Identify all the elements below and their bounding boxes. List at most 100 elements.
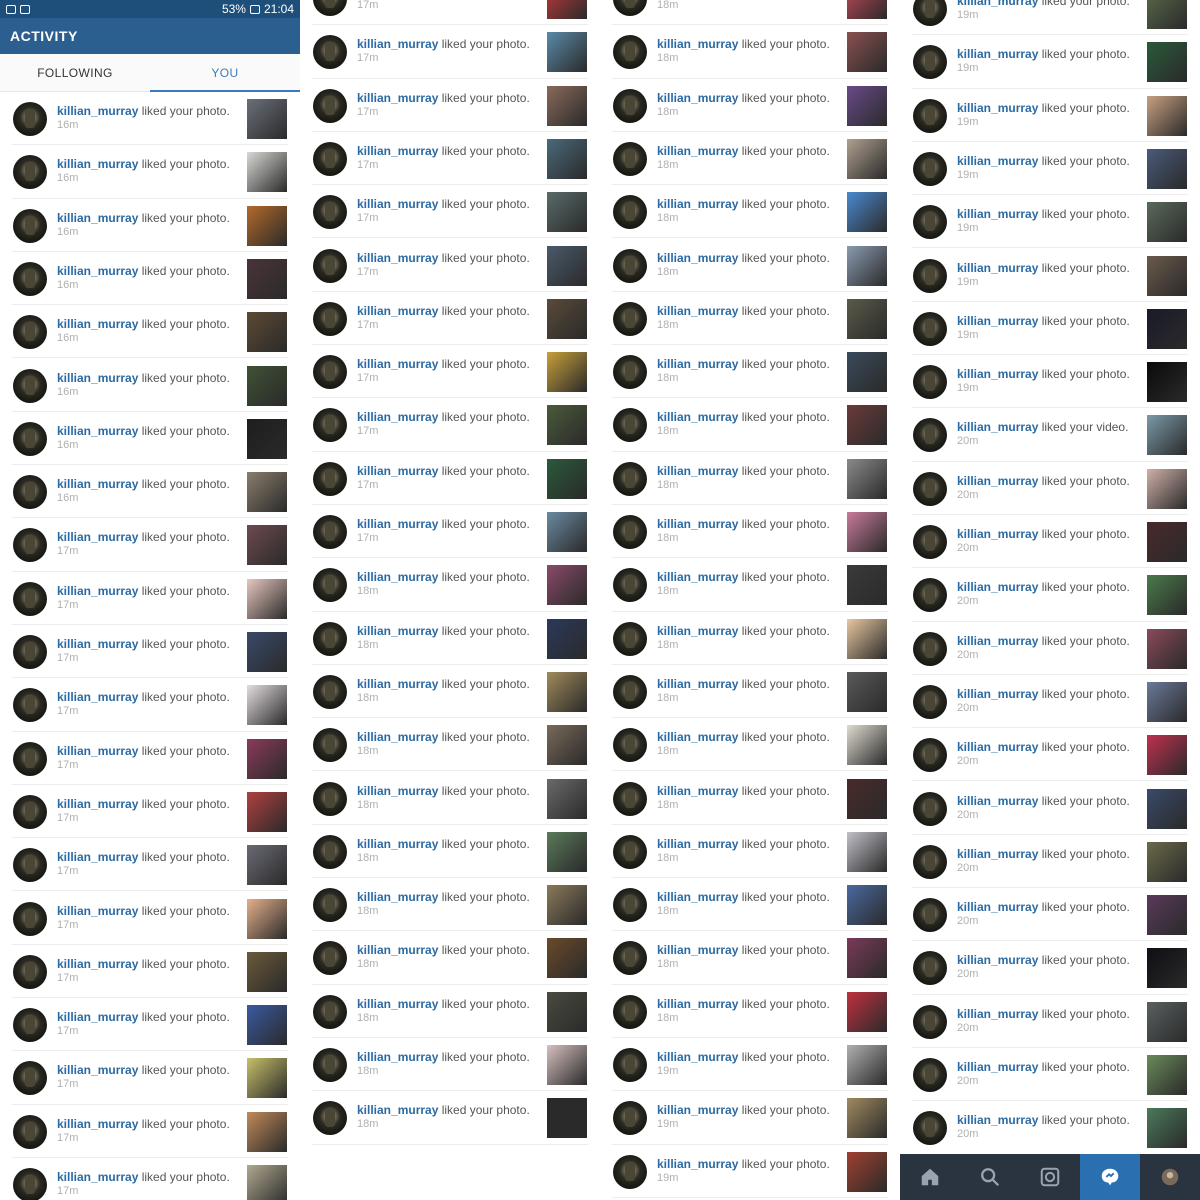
activity-item[interactable]: killian_murray liked your photo.17m (0, 838, 300, 892)
activity-item[interactable]: killian_murray liked your photo.18m (600, 345, 900, 399)
avatar[interactable] (13, 635, 47, 669)
avatar[interactable] (313, 994, 347, 1029)
avatar[interactable] (313, 621, 347, 656)
avatar[interactable] (913, 151, 947, 186)
username-link[interactable]: killian_murray (957, 367, 1038, 381)
username-link[interactable]: killian_murray (657, 943, 738, 957)
activity-item[interactable]: killian_murray liked your photo.18m (600, 0, 900, 26)
username-link[interactable]: killian_murray (957, 527, 1038, 541)
avatar[interactable] (913, 311, 947, 346)
username-link[interactable]: killian_murray (957, 207, 1038, 221)
activity-item[interactable]: killian_murray liked your photo. 19m (900, 195, 1200, 249)
avatar[interactable] (613, 0, 647, 16)
photo-thumbnail[interactable] (847, 725, 887, 766)
photo-thumbnail[interactable] (247, 1058, 287, 1099)
photo-thumbnail[interactable] (1147, 948, 1187, 989)
username-link[interactable]: killian_murray (57, 1117, 138, 1131)
username-link[interactable]: killian_murray (957, 847, 1038, 861)
activity-item[interactable]: killian_murray liked your photo. 19m (900, 89, 1200, 143)
avatar[interactable] (613, 195, 647, 230)
photo-thumbnail[interactable] (847, 245, 887, 286)
activity-item[interactable]: killian_murray liked your photo.17m (0, 785, 300, 839)
username-link[interactable]: killian_murray (57, 1010, 138, 1024)
avatar[interactable] (13, 475, 47, 510)
username-link[interactable]: killian_murray (357, 890, 438, 904)
activity-item[interactable]: killian_murray liked your photo. 16m (0, 252, 300, 306)
username-link[interactable]: killian_murray (357, 410, 438, 424)
activity-item[interactable]: killian_murray liked your photo. 19m (600, 1145, 900, 1199)
username-link[interactable]: killian_murray (657, 410, 738, 424)
avatar[interactable] (913, 1058, 947, 1092)
avatar[interactable] (313, 1048, 347, 1082)
activity-item[interactable]: killian_murray liked your photo.18m (600, 825, 900, 879)
avatar[interactable] (613, 35, 647, 70)
photo-thumbnail[interactable] (1147, 255, 1187, 296)
username-link[interactable]: killian_murray (657, 624, 738, 638)
photo-thumbnail[interactable] (547, 352, 587, 393)
activity-item[interactable]: killian_murray liked your photo.17m (0, 945, 300, 999)
avatar[interactable] (13, 741, 47, 776)
photo-thumbnail[interactable] (547, 458, 587, 499)
username-link[interactable]: killian_murray (57, 530, 138, 544)
username-link[interactable]: killian_murray (957, 261, 1038, 275)
username-link[interactable]: killian_murray (957, 154, 1038, 168)
avatar[interactable] (313, 1101, 347, 1136)
photo-thumbnail[interactable] (547, 1098, 587, 1139)
photo-thumbnail[interactable] (1147, 95, 1187, 136)
nav-home[interactable] (900, 1154, 960, 1200)
photo-thumbnail[interactable] (1147, 1001, 1187, 1042)
avatar[interactable] (313, 515, 347, 549)
avatar[interactable] (13, 794, 47, 829)
username-link[interactable]: killian_murray (657, 837, 738, 851)
avatar[interactable] (913, 1111, 947, 1146)
photo-thumbnail[interactable] (247, 578, 287, 619)
activity-item[interactable]: killian_murray liked your photo.17m (0, 518, 300, 572)
activity-item[interactable]: killian_murray liked your photo. 16m (0, 199, 300, 253)
activity-item[interactable]: killian_murray liked your photo.18m (300, 558, 600, 612)
activity-item[interactable]: killian_murray liked your photo.18m (300, 931, 600, 985)
photo-thumbnail[interactable] (1147, 735, 1187, 776)
photo-thumbnail[interactable] (1147, 1055, 1187, 1095)
activity-item[interactable]: killian_murray liked your photo.17m (300, 0, 600, 26)
avatar[interactable] (913, 365, 947, 400)
activity-item[interactable]: killian_murray liked your photo. 20m (900, 782, 1200, 836)
avatar[interactable] (13, 1114, 47, 1149)
avatar[interactable] (13, 208, 47, 243)
avatar[interactable] (313, 834, 347, 869)
avatar[interactable] (313, 728, 347, 763)
avatar[interactable] (13, 102, 47, 136)
photo-thumbnail[interactable] (547, 991, 587, 1032)
activity-item[interactable]: killian_murray liked your photo. 16m (0, 412, 300, 466)
avatar[interactable] (613, 248, 647, 283)
username-link[interactable]: killian_murray (657, 464, 738, 478)
username-link[interactable]: killian_murray (357, 1103, 438, 1117)
avatar[interactable] (313, 461, 347, 496)
username-link[interactable]: killian_murray (57, 584, 138, 598)
activity-item[interactable]: killian_murray liked your photo. 19m (900, 355, 1200, 409)
photo-thumbnail[interactable] (247, 472, 287, 513)
photo-thumbnail[interactable] (547, 192, 587, 233)
photo-thumbnail[interactable] (547, 671, 587, 712)
activity-item[interactable]: killian_murray liked your photo.18m (300, 825, 600, 879)
avatar[interactable] (613, 781, 647, 816)
username-link[interactable]: killian_murray (357, 304, 438, 318)
avatar[interactable] (13, 901, 47, 936)
avatar[interactable] (913, 525, 947, 559)
activity-item[interactable]: killian_murray liked your photo.17m (300, 505, 600, 559)
username-link[interactable]: killian_murray (957, 953, 1038, 967)
username-link[interactable]: killian_murray (657, 37, 738, 51)
avatar[interactable] (613, 888, 647, 923)
username-link[interactable]: killian_murray (57, 797, 138, 811)
avatar[interactable] (913, 258, 947, 293)
avatar[interactable] (13, 315, 47, 350)
photo-thumbnail[interactable] (547, 938, 587, 979)
avatar[interactable] (913, 791, 947, 826)
activity-item[interactable]: killian_murray liked your photo. 16m (0, 145, 300, 199)
username-link[interactable]: killian_murray (957, 1113, 1038, 1127)
activity-item[interactable]: killian_murray liked your photo. 20m (900, 515, 1200, 569)
username-link[interactable]: killian_murray (657, 251, 738, 265)
activity-item[interactable]: killian_murray liked your photo.18m (600, 505, 900, 559)
avatar[interactable] (913, 738, 947, 773)
activity-item[interactable]: killian_murray liked your photo.18m (600, 79, 900, 133)
activity-item[interactable]: killian_murray liked your photo.17m (300, 398, 600, 452)
